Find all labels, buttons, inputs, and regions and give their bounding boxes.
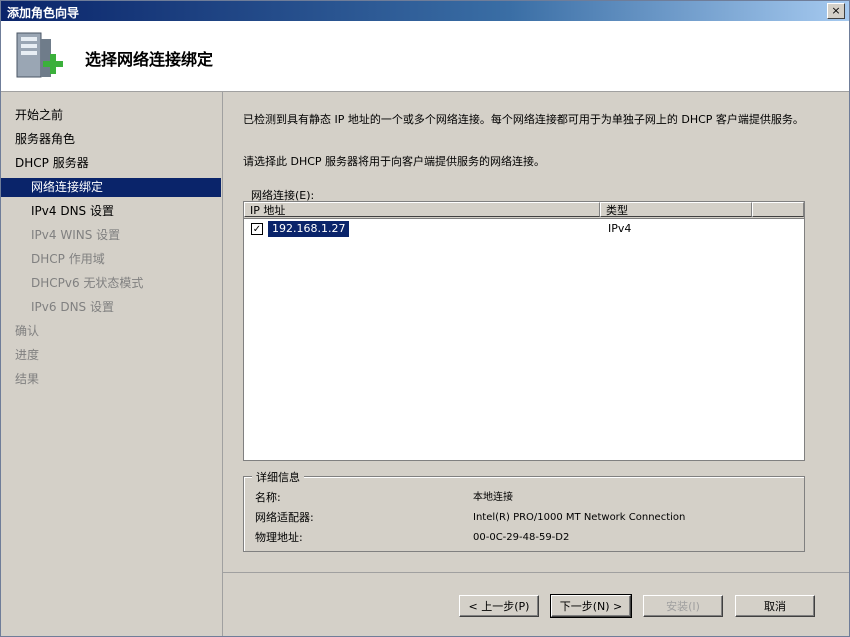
sidebar-item-confirmation: 确认 bbox=[15, 324, 40, 338]
cancel-button[interactable]: 取消 bbox=[735, 595, 815, 617]
window-title: 添加角色向导 bbox=[7, 6, 80, 20]
column-header-ip[interactable]: IP 地址 bbox=[244, 202, 600, 217]
connection-checkbox[interactable]: ✓ bbox=[251, 223, 263, 235]
detail-value-adapter: Intel(R) PRO/1000 MT Network Connection bbox=[473, 512, 686, 523]
instruction-text: 请选择此 DHCP 服务器将用于向客户端提供服务的网络连接。 bbox=[243, 155, 546, 168]
column-header-blank bbox=[752, 202, 804, 217]
sidebar-item-network-binding[interactable]: 网络连接绑定 bbox=[1, 178, 221, 197]
sidebar-item-progress: 进度 bbox=[15, 348, 40, 362]
detail-label-mac: 物理地址: bbox=[255, 531, 303, 544]
sidebar-item-before-you-begin[interactable]: 开始之前 bbox=[1, 106, 221, 125]
sidebar-item-ipv4-dns[interactable]: IPv4 DNS 设置 bbox=[1, 202, 221, 221]
close-button[interactable]: × bbox=[827, 3, 845, 19]
details-legend: 详细信息 bbox=[252, 469, 304, 485]
sidebar-item-ipv4-wins: IPv4 WINS 设置 bbox=[31, 228, 121, 242]
detail-value-name: 本地连接 bbox=[473, 492, 513, 503]
detail-label-adapter: 网络适配器: bbox=[255, 511, 314, 524]
wizard-steps-sidebar: 开始之前 服务器角色 DHCP 服务器 网络连接绑定 IPv4 DNS 设置 I… bbox=[1, 92, 223, 636]
next-button[interactable]: 下一步(N) > bbox=[550, 594, 632, 618]
sidebar-item-ipv6-dns: IPv6 DNS 设置 bbox=[31, 300, 114, 314]
sidebar-item-results: 结果 bbox=[15, 372, 40, 386]
network-connections-list[interactable]: IP 地址 类型 ✓ 192.168.1.27 IPv4 bbox=[243, 201, 805, 461]
sidebar-item-dhcp-server[interactable]: DHCP 服务器 bbox=[1, 154, 221, 173]
previous-button[interactable]: < 上一步(P) bbox=[459, 595, 539, 617]
table-row[interactable]: ✓ 192.168.1.27 IPv4 bbox=[244, 221, 804, 237]
sidebar-item-dhcpv6-stateless: DHCPv6 无状态模式 bbox=[31, 276, 144, 290]
list-header: IP 地址 类型 bbox=[244, 202, 804, 219]
description-text: 已检测到具有静态 IP 地址的一个或多个网络连接。每个网络连接都可用于为单独子网… bbox=[243, 113, 804, 126]
page-title: 选择网络连接绑定 bbox=[85, 50, 214, 69]
install-button: 安装(I) bbox=[643, 595, 723, 617]
title-bar[interactable]: 添加角色向导 × bbox=[1, 1, 849, 21]
server-add-icon bbox=[16, 32, 63, 78]
wizard-content: 已检测到具有静态 IP 地址的一个或多个网络连接。每个网络连接都可用于为单独子网… bbox=[223, 92, 849, 572]
details-group: 详细信息 名称: 本地连接 网络适配器: Intel(R) PRO/1000 M… bbox=[243, 469, 805, 552]
wizard-window: 添加角色向导 × 选择网络连接绑定 开始之前 服务器角色 DHCP 服务器 网络… bbox=[0, 0, 850, 637]
ip-address-cell[interactable]: 192.168.1.27 bbox=[268, 221, 350, 237]
column-header-type[interactable]: 类型 bbox=[600, 202, 752, 217]
sidebar-item-server-roles[interactable]: 服务器角色 bbox=[1, 130, 221, 149]
detail-label-name: 名称: bbox=[255, 491, 281, 504]
wizard-footer: < 上一步(P) 下一步(N) > 安装(I) 取消 bbox=[223, 572, 849, 637]
type-cell: IPv4 bbox=[608, 222, 632, 235]
sidebar-item-dhcp-scopes: DHCP 作用域 bbox=[31, 252, 105, 266]
wizard-header: 选择网络连接绑定 bbox=[1, 21, 849, 92]
detail-value-mac: 00-0C-29-48-59-D2 bbox=[473, 532, 570, 543]
